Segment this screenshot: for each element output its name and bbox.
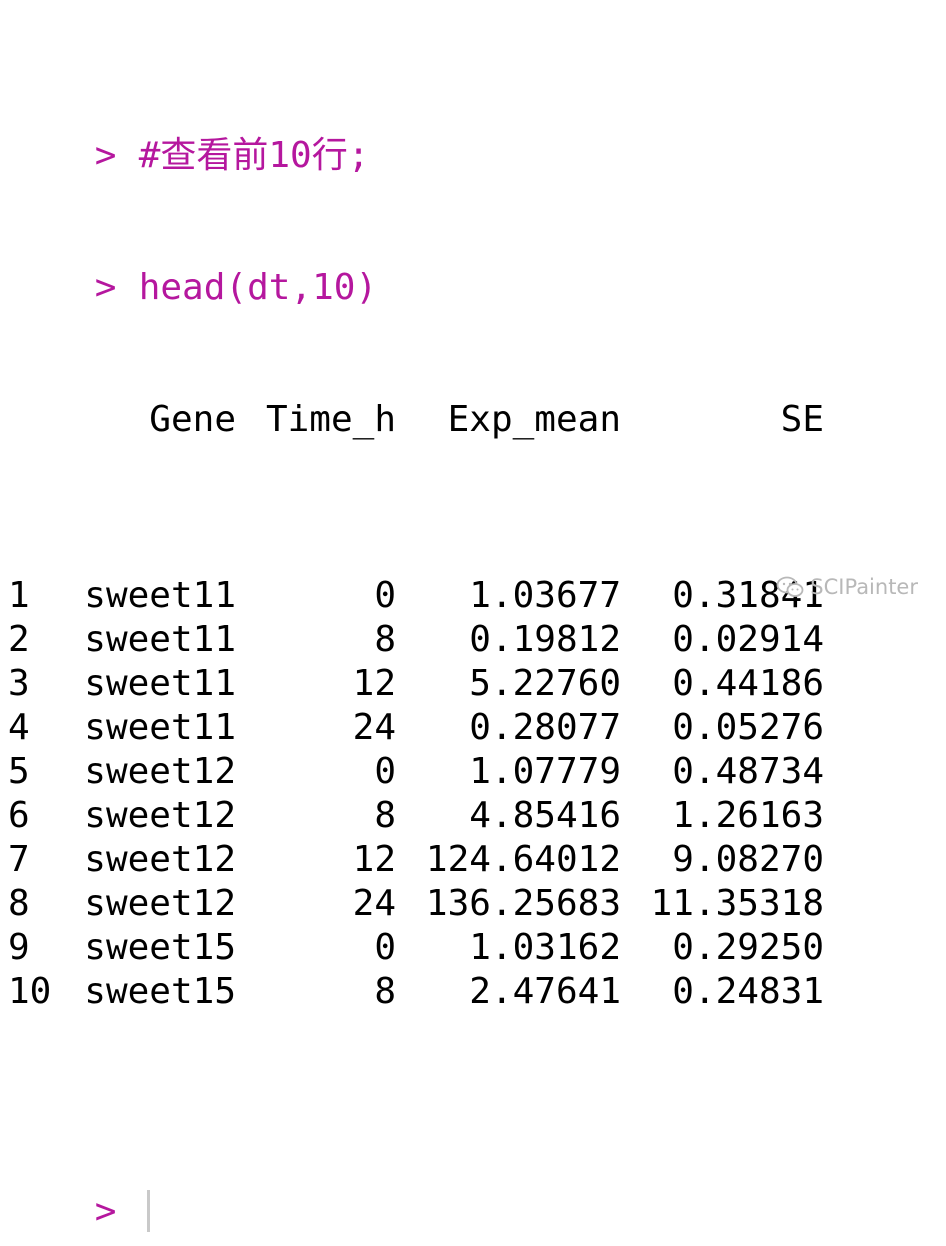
table-row: 4 sweet11 24 0.28077 0.05276 [8, 706, 824, 750]
time-cell: 24 [352, 883, 396, 924]
console-input-line[interactable]: > [8, 1146, 824, 1232]
r-console[interactable]: > #查看前10行; > head(dt,10) Gene Time_h Exp_m… [8, 2, 824, 1234]
gene-cell: sweet12 [84, 751, 236, 792]
console-command-line: > #查看前10行; [8, 90, 824, 176]
row-index: 3 [8, 663, 30, 704]
row-index: 4 [8, 707, 30, 748]
table-row: 5 sweet12 0 1.07779 0.48734 [8, 750, 824, 794]
gene-cell: sweet11 [84, 663, 236, 704]
se-cell: 11.35318 [650, 883, 824, 924]
row-index: 2 [8, 619, 30, 660]
time-cell: 0 [374, 927, 396, 968]
console-prompt: > [94, 267, 117, 308]
row-index: 1 [8, 575, 30, 616]
time-cell: 8 [374, 795, 396, 836]
table-row: 2 sweet11 8 0.19812 0.02914 [8, 618, 824, 662]
console-command: head(dt,10) [138, 267, 378, 308]
exp-mean-cell: 0.19812 [469, 619, 621, 660]
gene-cell: sweet15 [84, 927, 236, 968]
watermark-text: SCIPainter [810, 575, 918, 599]
gene-cell: sweet15 [84, 971, 236, 1012]
gene-cell: sweet11 [84, 707, 236, 748]
exp-mean-cell: 136.25683 [425, 883, 621, 924]
gene-cell: sweet12 [84, 795, 236, 836]
exp-mean-cell: 2.47641 [469, 971, 621, 1012]
header-se: SE [780, 399, 824, 440]
row-index: 9 [8, 927, 30, 968]
time-cell: 8 [374, 971, 396, 1012]
gene-cell: sweet12 [84, 839, 236, 880]
time-cell: 0 [374, 575, 396, 616]
exp-mean-cell: 1.07779 [469, 751, 621, 792]
gene-cell: sweet12 [84, 883, 236, 924]
gene-cell: sweet11 [84, 575, 236, 616]
wechat-icon [776, 576, 804, 597]
exp-mean-cell: 1.03677 [469, 575, 621, 616]
gene-cell: sweet11 [84, 619, 236, 660]
console-command-line: > head(dt,10) [8, 222, 824, 308]
time-cell: 12 [352, 839, 396, 880]
table-header-row: Gene Time_h Exp_mean SE [8, 398, 824, 442]
exp-mean-cell: 1.03162 [469, 927, 621, 968]
table-row: 9 sweet15 0 1.03162 0.29250 [8, 926, 824, 970]
row-index: 10 [8, 971, 52, 1012]
header-gene: Gene [149, 399, 236, 440]
exp-mean-cell: 4.85416 [469, 795, 621, 836]
exp-mean-cell: 0.28077 [469, 707, 621, 748]
row-index: 6 [8, 795, 30, 836]
se-cell: 0.48734 [672, 751, 824, 792]
text-cursor [146, 1190, 150, 1232]
time-cell: 12 [352, 663, 396, 704]
se-cell: 0.05276 [672, 707, 824, 748]
se-cell: 0.02914 [672, 619, 824, 660]
console-prompt: > [94, 135, 117, 176]
row-index: 7 [8, 839, 30, 880]
se-cell: 1.26163 [672, 795, 824, 836]
time-cell: 24 [352, 707, 396, 748]
table-body: 1 sweet11 0 1.03677 0.31841 2 sweet11 8 0.19812 0… [8, 574, 824, 1014]
watermark: SCIPainter [776, 575, 918, 599]
table-row: 8 sweet12 24 136.25683 11.35318 [8, 882, 824, 926]
se-cell: 9.08270 [672, 839, 824, 880]
table-row: 3 sweet11 12 5.22760 0.44186 [8, 662, 824, 706]
se-cell: 0.24831 [672, 971, 824, 1012]
exp-mean-cell: 124.64012 [425, 839, 621, 880]
row-index: 5 [8, 751, 30, 792]
table-row: 1 sweet11 0 1.03677 0.31841 [8, 574, 824, 618]
exp-mean-cell: 5.22760 [469, 663, 621, 704]
header-time: Time_h [265, 399, 396, 440]
console-prompt: > [94, 1191, 117, 1232]
table-row: 6 sweet12 8 4.85416 1.26163 [8, 794, 824, 838]
time-cell: 0 [374, 751, 396, 792]
table-row: 7 sweet12 12 124.64012 9.08270 [8, 838, 824, 882]
console-command: #查看前10行; [138, 135, 370, 176]
header-index [8, 398, 74, 442]
table-row: 10 sweet15 8 2.47641 0.24831 [8, 970, 824, 1014]
se-cell: 0.44186 [672, 663, 824, 704]
time-cell: 8 [374, 619, 396, 660]
header-exp-mean: Exp_mean [447, 399, 621, 440]
row-index: 8 [8, 883, 30, 924]
se-cell: 0.29250 [672, 927, 824, 968]
